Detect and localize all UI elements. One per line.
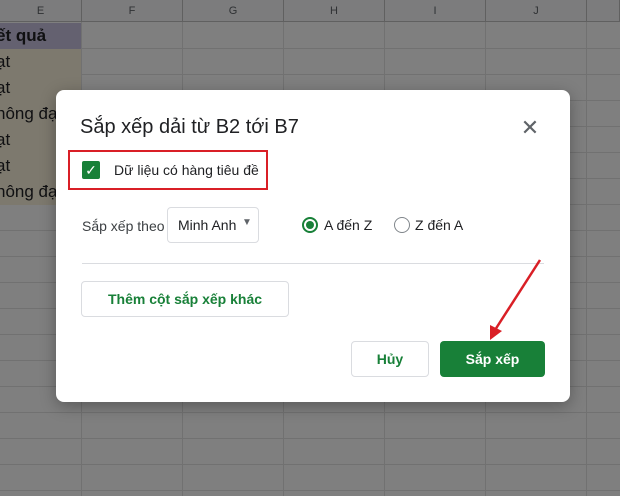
dialog-divider	[82, 263, 544, 264]
sort-button[interactable]: Sắp xếp	[440, 341, 545, 377]
sort-column-select[interactable]: Minh Anh ▼	[167, 207, 259, 243]
dialog-title: Sắp xếp dải từ B2 tới B7	[80, 116, 299, 138]
sort-range-dialog: Sắp xếp dải từ B2 tới B7 ✕ ✓ Dữ liệu có …	[56, 90, 570, 402]
cancel-button[interactable]: Hủy	[351, 341, 429, 377]
add-sort-column-button[interactable]: Thêm cột sắp xếp khác	[81, 281, 289, 317]
order-z-to-a-label[interactable]: Z đến A	[415, 217, 463, 233]
caret-down-icon: ▼	[242, 217, 252, 228]
sort-column-value: Minh Anh	[178, 217, 237, 233]
header-row-checkbox[interactable]: ✓	[82, 161, 100, 179]
close-icon[interactable]: ✕	[518, 116, 542, 140]
sort-by-label: Sắp xếp theo	[82, 218, 165, 234]
order-z-to-a-radio[interactable]	[394, 217, 410, 233]
radio-dot	[306, 221, 314, 229]
header-row-option[interactable]: ✓ Dữ liệu có hàng tiêu đề	[68, 150, 268, 190]
header-row-label: Dữ liệu có hàng tiêu đề	[114, 162, 259, 178]
order-a-to-z-label[interactable]: A đến Z	[324, 217, 372, 233]
order-a-to-z-radio[interactable]	[302, 217, 318, 233]
